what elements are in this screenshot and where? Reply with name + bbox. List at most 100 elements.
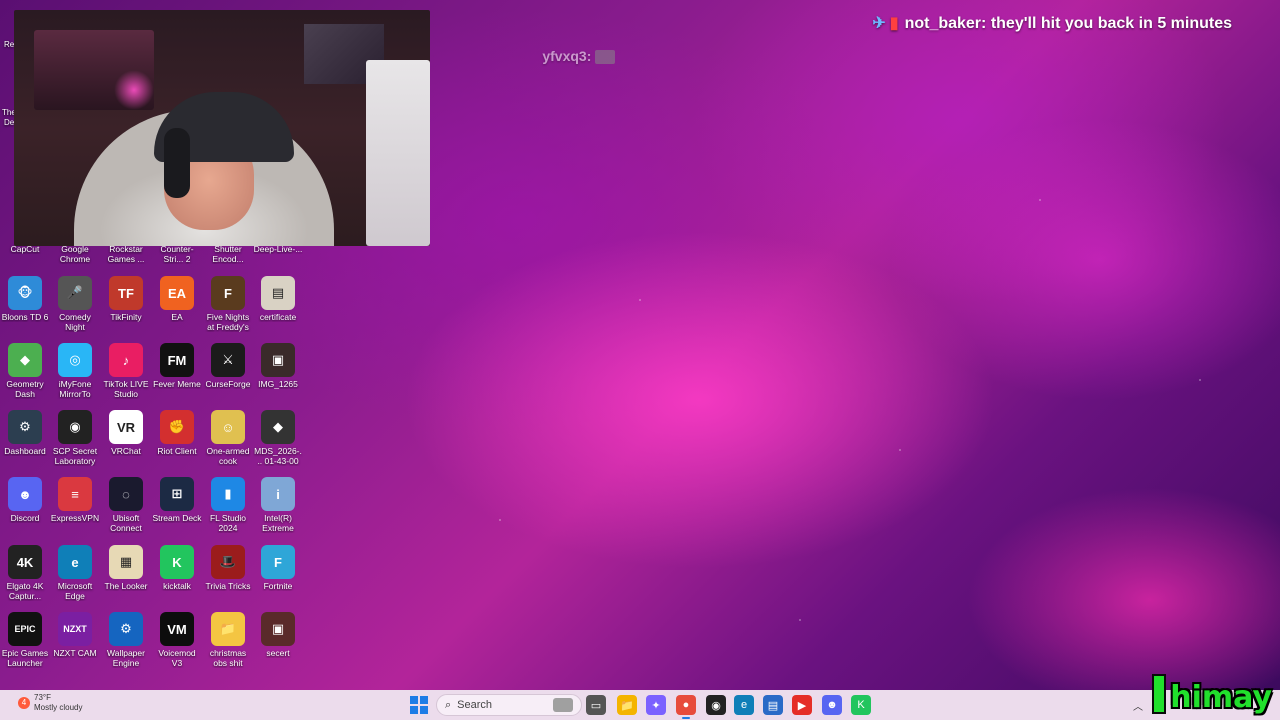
- desktop-icon[interactable]: ▣ secert: [253, 612, 303, 658]
- desktop-icon[interactable]: F Five Nights at Freddy's: [203, 276, 253, 332]
- app-icon: VM: [160, 612, 194, 646]
- desktop-icon[interactable]: VM Voicemod V3: [152, 612, 202, 668]
- firecracker-badge-icon: ▮: [889, 15, 899, 32]
- desktop-icon[interactable]: ▣ IMG_1265: [253, 343, 303, 389]
- windows-logo-icon: [420, 696, 428, 704]
- desktop-icon[interactable]: FM Fever Meme: [152, 343, 202, 389]
- taskbar-search[interactable]: ⌕ Search: [436, 694, 582, 716]
- app-icon: ♪: [109, 343, 143, 377]
- desktop-icon-label: The Looker: [104, 581, 148, 591]
- webcam-overlay: [14, 10, 430, 246]
- desktop-icon[interactable]: ◆ MDS_2026-... 01-43-00: [253, 410, 303, 466]
- desktop-icon[interactable]: ☻ Discord: [0, 477, 50, 523]
- desktop-icon[interactable]: ☺ One-armed cook: [203, 410, 253, 466]
- store-icon[interactable]: ▤: [763, 695, 783, 715]
- weather-badge: 4: [21, 698, 27, 707]
- desktop-icon[interactable]: ▦ The Looker: [101, 545, 151, 591]
- webcam-light: [114, 70, 154, 110]
- desktop-icon[interactable]: ⊞ Stream Deck: [152, 477, 202, 523]
- desktop-icon[interactable]: EA EA: [152, 276, 202, 322]
- desktop-icon[interactable]: ◆ Geometry Dash: [0, 343, 50, 399]
- desktop-icon-label: Dashboard: [4, 446, 46, 456]
- app-icon: ▤: [261, 276, 295, 310]
- desktop-icon[interactable]: ◎ iMyFone MirrorTo: [50, 343, 100, 399]
- desktop-icon-label: MDS_2026-... 01-43-00: [254, 446, 302, 466]
- weather-temp: 73°F: [34, 693, 51, 702]
- emote-icon: [595, 50, 616, 65]
- desktop-icon[interactable]: 🎤 Comedy Night: [50, 276, 100, 332]
- desktop-icon[interactable]: NZXT NZXT CAM: [50, 612, 100, 658]
- desktop-icon-label: Rockstar Games ...: [107, 244, 145, 264]
- desktop-icon[interactable]: EPIC Epic Games Launcher: [0, 612, 50, 668]
- desktop-icon-label: Microsoft Edge: [57, 581, 93, 601]
- desktop-icon[interactable]: ◌ Ubisoft Connect: [101, 477, 151, 533]
- desktop-icon[interactable]: TF TikFinity: [101, 276, 151, 322]
- desktop-icon-label: Voicemod V3: [158, 648, 196, 668]
- desktop-icon[interactable]: ◉ SCP Secret Laboratory: [50, 410, 100, 466]
- edge-icon[interactable]: e: [734, 695, 754, 715]
- copilot-icon[interactable]: ✦: [646, 695, 666, 715]
- weather-widget[interactable]: 4 73°F Mostly cloudy: [18, 693, 82, 713]
- weather-icon: 4: [18, 697, 30, 709]
- tray-overflow-icon[interactable]: ︿: [1133, 698, 1143, 713]
- app-icon: ✊: [160, 410, 194, 444]
- obs-icon[interactable]: ◉: [706, 695, 726, 715]
- app-icon: 📁: [211, 612, 245, 646]
- app-icon: NZXT: [58, 612, 92, 646]
- app-icon: ≡: [58, 477, 92, 511]
- chat-text: they'll hit you back in 5 minutes: [990, 15, 1232, 32]
- youtube-icon[interactable]: ▶: [792, 695, 812, 715]
- desktop-icon-label: Geometry Dash: [6, 379, 44, 399]
- desktop-icon[interactable]: 🎩 Trivia Tricks: [203, 545, 253, 591]
- desktop-icon-label: Riot Client: [157, 446, 197, 456]
- desktop-icon[interactable]: ⚙ Wallpaper Engine: [101, 612, 151, 668]
- search-placeholder: Search: [457, 699, 493, 711]
- desktop-icon-label: VRChat: [111, 446, 141, 456]
- chat-username: yfvxq3: [542, 48, 587, 64]
- chrome-icon[interactable]: ●: [676, 695, 696, 719]
- desktop-icon-label: Stream Deck: [152, 513, 202, 523]
- desktop-icon-label: Shutter Encod...: [212, 244, 244, 264]
- weather-condition: Mostly cloudy: [34, 703, 83, 712]
- desktop-icon[interactable]: ✊ Riot Client: [152, 410, 202, 456]
- desktop-icon[interactable]: iIntel(R) Extreme Tu...: [253, 477, 303, 533]
- desktop-icon-label: Intel(R) Extreme Tu...: [262, 513, 294, 533]
- task-view-icon[interactable]: ▭: [586, 695, 606, 715]
- app-icon: F: [261, 545, 295, 579]
- app-icon: VR: [109, 410, 143, 444]
- start-button[interactable]: [410, 696, 428, 714]
- brand-bar-icon: [1152, 674, 1167, 714]
- desktop-icon[interactable]: ⚙ Dashboard: [0, 410, 50, 456]
- desktop-icon[interactable]: ⚔ CurseForge: [203, 343, 253, 389]
- rocket-badge-icon: ✈: [872, 15, 886, 32]
- desktop-icon-label: SCP Secret Laboratory: [52, 446, 98, 466]
- app-icon: ◆: [261, 410, 295, 444]
- app-icon: ▣: [261, 612, 295, 646]
- desktop-icon[interactable]: ≡ ExpressVPN: [50, 477, 100, 523]
- desktop-icon[interactable]: e Microsoft Edge: [50, 545, 100, 601]
- desktop-icon-label: secert: [266, 648, 290, 658]
- kick-icon[interactable]: K: [851, 695, 871, 715]
- desktop-icon[interactable]: Kkicktalk: [152, 545, 202, 591]
- file-explorer-icon[interactable]: 📁: [617, 695, 637, 715]
- desktop-icon[interactable]: ▤ certificate: [253, 276, 303, 322]
- desktop-icon[interactable]: 📁 christmas obs shit: [203, 612, 253, 668]
- desktop-icon[interactable]: 🐵 Bloons TD 6: [0, 276, 50, 322]
- desktop-icon[interactable]: ▮ FL Studio 2024: [203, 477, 253, 533]
- desktop-icon[interactable]: VR VRChat: [101, 410, 151, 456]
- desktop-icon-label: IMG_1265: [258, 379, 298, 389]
- desktop-icon-label: EA: [171, 312, 183, 322]
- partial-label-3: De: [4, 118, 15, 127]
- desktop-icon[interactable]: ♪ TikTok LIVE Studio: [101, 343, 151, 399]
- app-icon: ◌: [109, 477, 143, 511]
- app-icon: K: [160, 545, 194, 579]
- app-icon: i: [261, 477, 295, 511]
- app-icon: ▣: [261, 343, 295, 377]
- desktop-icon-label: Comedy Night: [59, 312, 91, 332]
- taskbar: 4 73°F Mostly cloudy: [0, 690, 1280, 720]
- streamer-headset: [164, 128, 190, 198]
- desktop-icon[interactable]: F Fortnite: [253, 545, 303, 591]
- desktop-icon[interactable]: 4K Elgato 4K Captur...: [0, 545, 50, 601]
- discord-icon[interactable]: ☻: [822, 695, 842, 715]
- desktop-icon-label: FL Studio 2024: [209, 513, 247, 533]
